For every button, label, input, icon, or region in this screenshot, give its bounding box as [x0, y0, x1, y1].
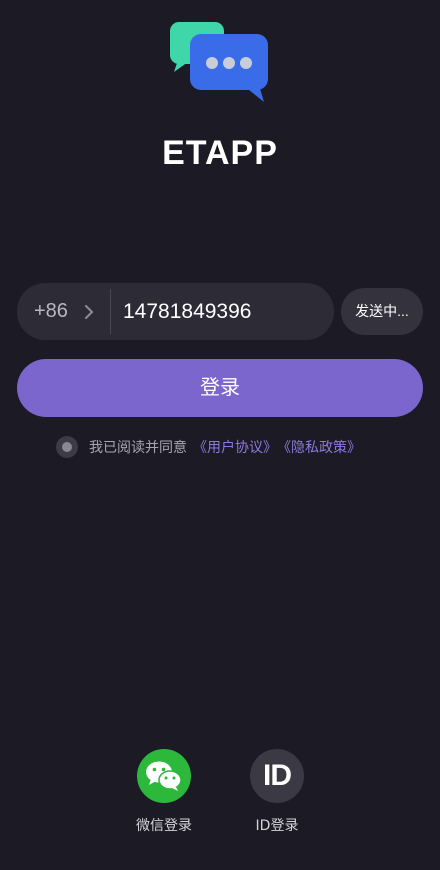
divider	[110, 289, 111, 334]
privacy-policy-link[interactable]: 《隐私政策》	[277, 437, 361, 457]
agreement-checkbox[interactable]	[56, 436, 78, 458]
country-code-selector[interactable]: +86	[34, 283, 68, 340]
app-title: ETAPP	[162, 134, 278, 172]
agreement-text: 我已阅读并同意	[89, 440, 187, 456]
id-login-label: ID登录	[255, 818, 299, 834]
user-agreement-link[interactable]: 《用户协议》	[193, 437, 277, 457]
wechat-login-label: 微信登录	[136, 818, 192, 834]
phone-number-input[interactable]	[123, 283, 323, 340]
app-logo-icon	[170, 22, 268, 102]
id-icon[interactable]: ID	[250, 749, 304, 803]
login-screen: ETAPP +86 发送中... 登录 我已阅读并同意 《用户协议》 《隐私政策…	[0, 0, 440, 870]
id-glyph: ID	[263, 759, 292, 792]
id-login[interactable]: ID ID登录	[232, 749, 322, 835]
wechat-logo-icon	[146, 761, 182, 791]
wechat-icon[interactable]	[137, 749, 191, 803]
wechat-login[interactable]: 微信登录	[119, 749, 209, 835]
agreement-row: 我已阅读并同意 《用户协议》 《隐私政策》	[56, 436, 361, 458]
send-code-button[interactable]: 发送中...	[341, 288, 423, 335]
chevron-right-icon[interactable]	[83, 305, 95, 319]
phone-input-group: +86	[17, 283, 334, 340]
login-button[interactable]: 登录	[17, 359, 423, 417]
